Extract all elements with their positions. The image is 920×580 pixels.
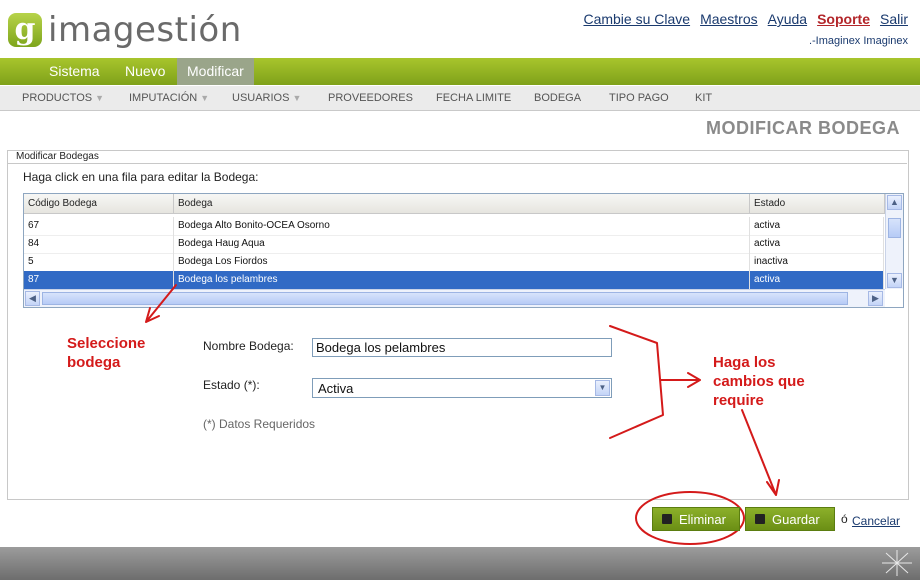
save-button-label: Guardar — [772, 512, 820, 527]
save-button[interactable]: Guardar — [745, 507, 835, 531]
delete-button-label: Eliminar — [679, 512, 726, 527]
footer-bar — [0, 547, 920, 580]
save-icon — [755, 514, 765, 524]
arrow-to-grid-icon — [145, 284, 177, 323]
annotation-overlay — [145, 284, 780, 545]
sparkle-icon — [882, 550, 912, 576]
annotation-select: Seleccione bodega — [67, 334, 145, 372]
annotation-line: bodega — [67, 354, 121, 371]
cancel-link[interactable]: Cancelar — [852, 514, 900, 528]
bracket-icon — [609, 325, 664, 439]
arrow-right-icon — [660, 372, 701, 388]
annotation-line: Seleccione — [67, 335, 146, 352]
annotation-line: cambios que — [713, 373, 805, 390]
or-text: ó — [841, 512, 848, 526]
arrow-to-save-icon — [741, 409, 780, 496]
annotation-line: require — [713, 392, 764, 409]
annotation-line: Haga los — [713, 354, 776, 371]
annotation-changes: Haga los cambios que require — [713, 353, 805, 410]
trash-icon — [662, 514, 672, 524]
delete-button[interactable]: Eliminar — [652, 507, 740, 531]
